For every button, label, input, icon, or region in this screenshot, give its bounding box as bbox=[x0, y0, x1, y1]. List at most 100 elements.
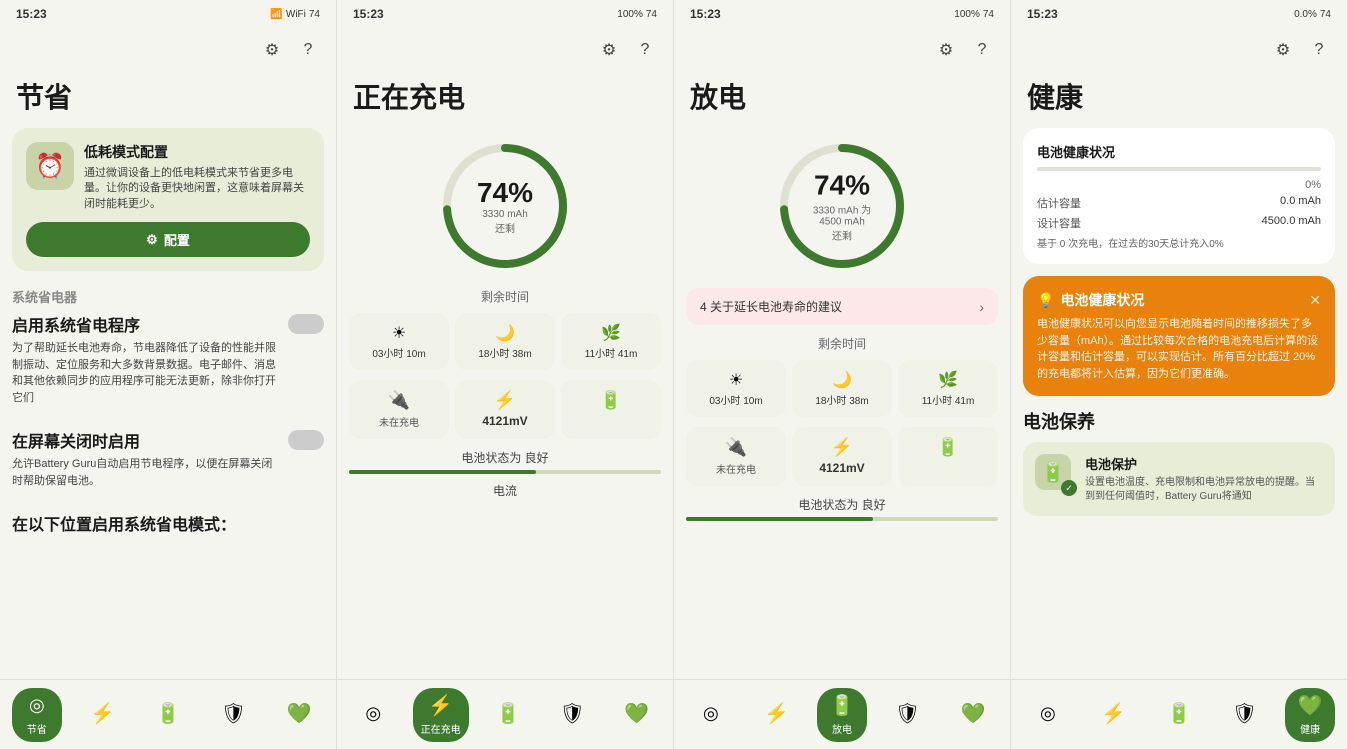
orange-title: 💡 电池健康状况 bbox=[1037, 290, 1144, 310]
signal-icon-2: 100% bbox=[617, 9, 643, 20]
nav-item-discharge-4[interactable]: 🔋 bbox=[1154, 695, 1204, 734]
advice-text: 4 关于延长电池寿命的建议 bbox=[700, 298, 842, 315]
time-4: 15:23 bbox=[1027, 7, 1058, 21]
progress-fill-discharge bbox=[686, 517, 873, 521]
nav-item-charging-1[interactable]: ⚡ bbox=[77, 695, 127, 734]
time-3: 15:23 bbox=[690, 7, 721, 21]
toggle-2[interactable] bbox=[288, 430, 324, 450]
toggle-body-1: 为了帮助延长电池寿命，节电器降低了设备的性能并限制振动、定位服务和大多数背景数据… bbox=[12, 340, 278, 406]
nav-icon-discharge-1: 🔋 bbox=[156, 701, 180, 725]
wifi-icon: WiFi bbox=[286, 9, 306, 20]
configure-button[interactable]: ⚙ 配置 bbox=[26, 222, 310, 257]
bulb-icon: 💡 bbox=[1037, 292, 1054, 309]
signal-icon-4: 0.0% bbox=[1294, 9, 1317, 20]
nav-item-discharge-3[interactable]: 🔋 放电 bbox=[817, 688, 867, 742]
nav-item-health-3[interactable]: 💚 bbox=[948, 695, 998, 734]
nav-item-savings-4[interactable]: ◎ bbox=[1023, 695, 1073, 734]
battery-circle-container: 74% 3330 mAh 还剩 bbox=[349, 136, 661, 276]
maintenance-card: 🔋 ✓ 电池保护 设置电池温度、充电限制和电池异常放电的提醒。当到到任何阈值时，… bbox=[1023, 442, 1335, 516]
nav-icon-shield-3: 🛡 bbox=[896, 701, 920, 725]
time-row-charging: ☀ 03小时 10m 🌙 18小时 38m 🌿 11小时 41m bbox=[349, 313, 661, 370]
time-row-discharge: ☀ 03小时 10m 🌙 18小时 38m 🌿 11小时 41m bbox=[686, 360, 998, 417]
stat-card-2: ⚡ 4121mV bbox=[455, 380, 555, 439]
nav-label-charging-2: 正在充电 bbox=[421, 721, 461, 736]
toggle-1[interactable] bbox=[288, 314, 324, 334]
time-1: 15:23 bbox=[16, 7, 47, 21]
filter-icon-4[interactable]: ⚙ bbox=[1271, 38, 1295, 62]
leaf-icon-1: 🌿 bbox=[567, 323, 655, 343]
progress-fill-charging bbox=[349, 470, 536, 474]
toggle-heading-2: 在屏幕关闭时启用 bbox=[12, 428, 278, 452]
stat-card-1: 🔌 未在充电 bbox=[349, 380, 449, 439]
nav-item-charging-3[interactable]: ⚡ bbox=[751, 695, 801, 734]
health-est-label: 估计容量 bbox=[1037, 195, 1081, 211]
stat-card-3: 🔋 bbox=[561, 380, 661, 439]
nav-item-savings[interactable]: ◎ 节省 bbox=[12, 688, 62, 742]
time-item-3: 🌿 11小时 41m bbox=[561, 313, 661, 370]
nav-item-shield-4[interactable]: 🛡 bbox=[1220, 695, 1270, 734]
stat-val-d2: 4121mV bbox=[802, 461, 882, 475]
nav-item-savings-3[interactable]: ◎ bbox=[686, 695, 736, 734]
stat-row-charging: 🔌 未在充电 ⚡ 4121mV 🔋 bbox=[349, 380, 661, 439]
moon-icon-1: 🌙 bbox=[461, 323, 549, 343]
nav-icon-health-2: 💚 bbox=[625, 701, 649, 725]
nav-item-savings-2[interactable]: ◎ bbox=[348, 695, 398, 734]
health-status-card: 电池健康状况 0% 估计容量 0.0 mAh 设计容量 4500.0 mAh 基… bbox=[1023, 128, 1335, 264]
bottom-nav-4: ◎ ⚡ 🔋 🛡 💚 健康 bbox=[1011, 679, 1347, 749]
charge-label: 电流 bbox=[349, 482, 661, 499]
signal-icon: 📶 bbox=[270, 9, 282, 20]
orange-close-button[interactable]: ✕ bbox=[1309, 292, 1321, 309]
battery-sub-2: 还剩 bbox=[807, 228, 877, 243]
toggle-body-2: 允许Battery Guru自动启用节电程序，以便在屏幕关闭时帮助保留电池。 bbox=[12, 456, 278, 489]
nav-item-health-4[interactable]: 💚 健康 bbox=[1285, 688, 1335, 742]
filter-icon-2[interactable]: ⚙ bbox=[597, 38, 621, 62]
nav-item-discharge-2[interactable]: 🔋 bbox=[483, 695, 533, 734]
time-val-d3: 11小时 41m bbox=[904, 392, 992, 407]
nav-item-shield-1[interactable]: 🛡 bbox=[209, 695, 259, 734]
page-title-savings: 节省 bbox=[0, 72, 336, 128]
nav-item-discharge-1[interactable]: 🔋 bbox=[143, 695, 193, 734]
savings-card-heading: 低耗模式配置 bbox=[84, 142, 310, 162]
stat-label-1: 未在充电 bbox=[359, 414, 439, 429]
orange-body: 电池健康状况可以向您显示电池随着时间的推移损失了多少容量（mAh）。通过比较每次… bbox=[1037, 316, 1321, 382]
advice-card[interactable]: 4 关于延长电池寿命的建议 › bbox=[686, 288, 998, 325]
health-stat-design: 设计容量 4500.0 mAh bbox=[1037, 215, 1321, 231]
stat-icon-d3: 🔋 bbox=[908, 437, 988, 458]
time-val-1: 03小时 10m bbox=[355, 345, 443, 360]
stat-icon-d1: 🔌 bbox=[696, 437, 776, 458]
configure-label: 配置 bbox=[164, 230, 190, 249]
help-icon-1[interactable]: ? bbox=[296, 38, 320, 62]
battery-sub: 还剩 bbox=[477, 220, 533, 235]
nav-icon-charging-1: ⚡ bbox=[90, 701, 114, 725]
status-icons-3: 100% 74 bbox=[954, 9, 994, 20]
maintenance-text: 电池保护 设置电池温度、充电限制和电池异常放电的提醒。当到到任何阈值时，Batt… bbox=[1085, 454, 1323, 504]
help-icon-3[interactable]: ? bbox=[970, 38, 994, 62]
nav-item-health-1[interactable]: 💚 bbox=[274, 695, 324, 734]
filter-icon-3[interactable]: ⚙ bbox=[934, 38, 958, 62]
nav-icon-savings-2: ◎ bbox=[361, 701, 385, 725]
filter-icon-1[interactable]: ⚙ bbox=[260, 38, 284, 62]
nav-label-discharge-3: 放电 bbox=[832, 721, 852, 736]
content-charging: 74% 3330 mAh 还剩 剩余时间 ☀ 03小时 10m 🌙 18小时 3… bbox=[337, 128, 673, 679]
bottom-nav-2: ◎ ⚡ 正在充电 🔋 🛡 💚 bbox=[337, 679, 673, 749]
nav-item-charging-4[interactable]: ⚡ bbox=[1088, 695, 1138, 734]
maintenance-badge: ✓ bbox=[1061, 480, 1077, 496]
help-icon-2[interactable]: ? bbox=[633, 38, 657, 62]
nav-label-savings: 节省 bbox=[27, 721, 47, 736]
nav-icon-charging-3: ⚡ bbox=[764, 701, 788, 725]
savings-card-icon: ⏰ bbox=[26, 142, 74, 190]
time-item-d2: 🌙 18小时 38m bbox=[792, 360, 892, 417]
nav-icon-charging-4: ⚡ bbox=[1101, 701, 1125, 725]
nav-item-shield-3[interactable]: 🛡 bbox=[883, 695, 933, 734]
nav-item-shield-2[interactable]: 🛡 bbox=[547, 695, 597, 734]
health-stat-est: 估计容量 0.0 mAh bbox=[1037, 195, 1321, 211]
nav-item-charging-2[interactable]: ⚡ 正在充电 bbox=[413, 688, 469, 742]
health-alert-card: 💡 电池健康状况 ✕ 电池健康状况可以向您显示电池随着时间的推移损失了多少容量（… bbox=[1023, 276, 1335, 396]
nav-item-health-2[interactable]: 💚 bbox=[612, 695, 662, 734]
time-item-d1: ☀ 03小时 10m bbox=[686, 360, 786, 417]
nav-icon-shield-4: 🛡 bbox=[1233, 701, 1257, 725]
help-icon-4[interactable]: ? bbox=[1307, 38, 1331, 62]
content-health: 电池健康状况 0% 估计容量 0.0 mAh 设计容量 4500.0 mAh 基… bbox=[1011, 128, 1347, 679]
panel-health: 15:23 0.0% 74 ⚙ ? 健康 电池健康状况 0% 估计容量 0.0 … bbox=[1011, 0, 1348, 749]
toggle-row-1: 启用系统省电程序 为了帮助延长电池寿命，节电器降低了设备的性能并限制振动、定位服… bbox=[12, 312, 324, 414]
